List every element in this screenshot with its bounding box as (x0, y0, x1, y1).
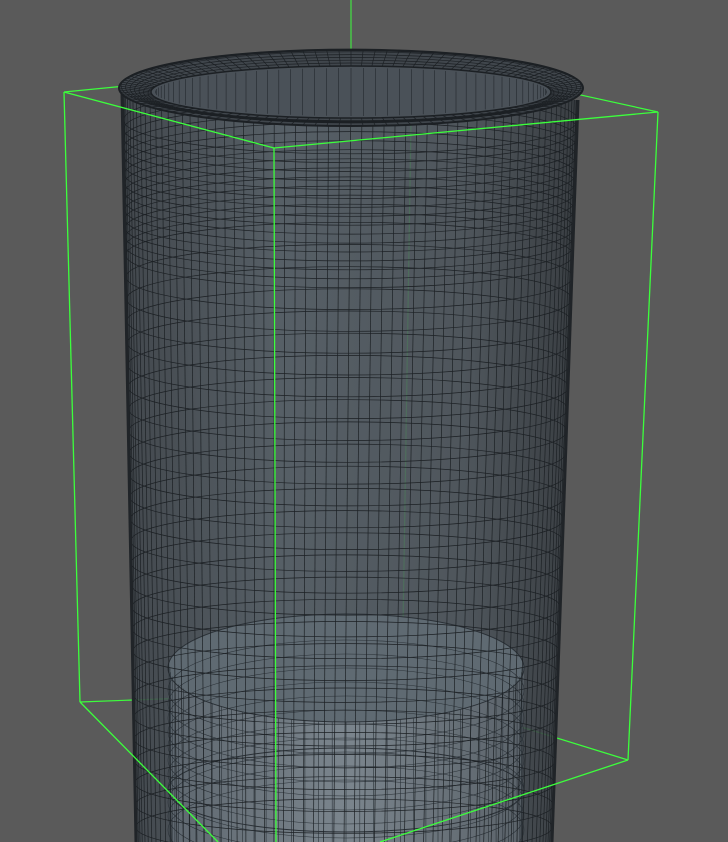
cylinder-mesh[interactable] (118, 48, 584, 842)
3d-viewport[interactable] (0, 0, 728, 842)
scene-canvas[interactable] (0, 0, 728, 842)
